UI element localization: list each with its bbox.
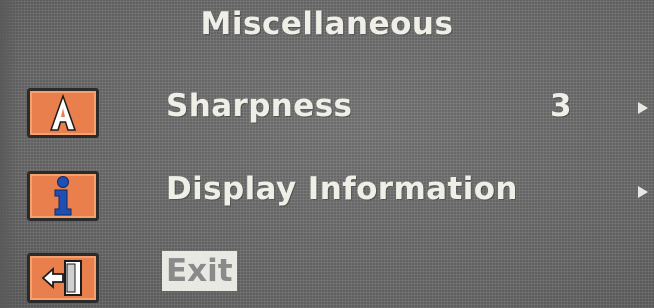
menu-item-exit[interactable]: Exit [162,251,237,291]
menu-item-sharpness[interactable]: Sharpness [166,88,352,124]
chevron-right-icon [638,102,648,114]
chevron-right-icon [638,186,648,198]
osd-menu-panel: Miscellaneous Sharpness 3 Display Inform… [0,0,654,308]
exit-door-icon[interactable] [27,253,99,303]
info-icon[interactable] [27,171,99,221]
sharpness-value: 3 [550,88,572,124]
menu-item-display-information[interactable]: Display Information [166,171,518,207]
menu-title: Miscellaneous [200,6,454,42]
panel-edge-shadow [0,0,18,308]
letter-a-icon[interactable] [27,88,99,138]
